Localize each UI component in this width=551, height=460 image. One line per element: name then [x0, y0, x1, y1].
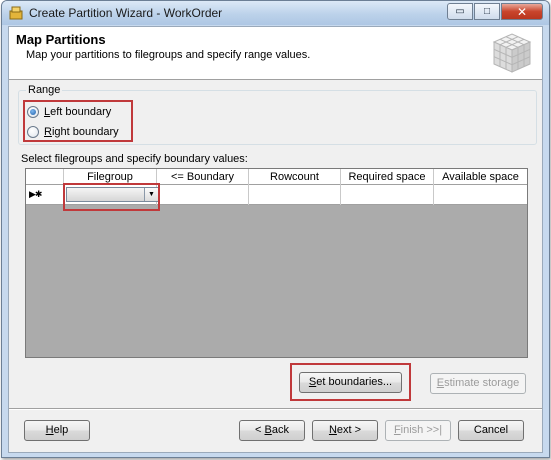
- back-button[interactable]: < Back: [239, 420, 305, 441]
- cell-required-space: [341, 185, 434, 205]
- caption-buttons: ▭ □ ✕: [446, 3, 543, 20]
- estimate-storage-button[interactable]: Estimate storage: [430, 373, 526, 394]
- right-boundary-radio[interactable]: Right boundary: [27, 126, 119, 138]
- radio-left-indicator[interactable]: [27, 106, 39, 118]
- right-boundary-label: Right boundary: [44, 126, 119, 138]
- help-button[interactable]: Help: [24, 420, 90, 441]
- range-legend: Range: [26, 84, 63, 96]
- cell-boundary[interactable]: [157, 185, 249, 205]
- window-title: Create Partition Wizard - WorkOrder: [29, 6, 223, 20]
- finish-button[interactable]: Finish >>|: [385, 420, 451, 441]
- maximize-icon: □: [483, 6, 491, 17]
- close-icon: ✕: [516, 4, 528, 19]
- next-button[interactable]: Next >: [312, 420, 378, 441]
- row-selector[interactable]: ▶✱: [26, 185, 64, 205]
- set-boundaries-highlight-box: [290, 363, 411, 401]
- close-button[interactable]: ✕: [501, 3, 543, 20]
- wizard-client-area: Map Partitions Map your partitions to fi…: [8, 26, 543, 453]
- filegroup-highlight-box: [63, 183, 160, 211]
- cell-available-space: [434, 185, 527, 205]
- left-boundary-label: Left boundary: [44, 106, 112, 118]
- col-rowcount[interactable]: Rowcount: [249, 169, 341, 185]
- app-icon: [9, 6, 23, 20]
- footer-separator: [9, 408, 542, 410]
- title-bar[interactable]: Create Partition Wizard - WorkOrder ▭ □ …: [2, 1, 549, 25]
- row-header-corner: [26, 169, 64, 185]
- grid-label: Select filegroups and specify boundary v…: [21, 153, 248, 165]
- radio-right-indicator[interactable]: [27, 126, 39, 138]
- minimize-icon: ▭: [455, 6, 465, 17]
- wizard-window: Create Partition Wizard - WorkOrder ▭ □ …: [1, 0, 550, 458]
- page-subtitle: Map your partitions to filegroups and sp…: [26, 49, 311, 61]
- col-boundary[interactable]: <= Boundary: [157, 169, 249, 185]
- partition-cube-icon: [492, 33, 532, 73]
- cell-rowcount: [249, 185, 341, 205]
- col-available-space[interactable]: Available space: [434, 169, 527, 185]
- page-title: Map Partitions: [16, 32, 106, 47]
- cancel-button[interactable]: Cancel: [458, 420, 524, 441]
- new-row-marker-icon: ▶✱: [29, 189, 42, 199]
- page-header: Map Partitions Map your partitions to fi…: [9, 27, 542, 80]
- col-required-space[interactable]: Required space: [341, 169, 434, 185]
- maximize-button[interactable]: □: [474, 3, 500, 20]
- left-boundary-radio[interactable]: Left boundary: [27, 106, 111, 118]
- minimize-button[interactable]: ▭: [447, 3, 473, 20]
